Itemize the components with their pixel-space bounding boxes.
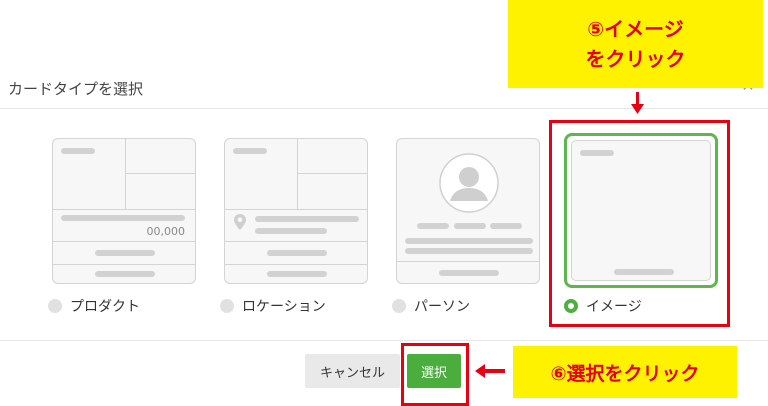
card-product[interactable]: 00,000 (52, 138, 196, 284)
radio-person[interactable]: パーソン (392, 296, 470, 316)
arrow-left-icon (475, 364, 505, 378)
person-avatar-icon (439, 153, 499, 213)
cancel-button[interactable]: キャンセル (305, 354, 400, 388)
radio-product[interactable]: プロダクト (48, 296, 140, 316)
radio-button[interactable] (48, 299, 62, 313)
card-product-price: 00,000 (146, 225, 186, 238)
header-divider (0, 108, 768, 109)
radio-button[interactable] (220, 299, 234, 313)
radio-location[interactable]: ロケーション (220, 296, 326, 316)
annotation-callout-image: ⑤イメージ をクリック (508, 0, 763, 88)
dialog-title: カードタイプを選択 (8, 80, 144, 98)
arrow-down-icon (631, 104, 644, 114)
footer-divider (0, 340, 768, 341)
card-person[interactable] (396, 138, 540, 284)
radio-label: プロダクト (70, 299, 140, 315)
radio-label: ロケーション (242, 299, 326, 315)
radio-label: パーソン (414, 299, 470, 315)
annotation-callout-select: ⑥選択をクリック (513, 346, 737, 398)
radio-button[interactable] (392, 299, 406, 313)
annotation-highlight-image (549, 120, 730, 327)
card-location[interactable] (224, 138, 368, 284)
map-pin-icon (234, 214, 246, 230)
annotation-highlight-select (401, 343, 469, 406)
